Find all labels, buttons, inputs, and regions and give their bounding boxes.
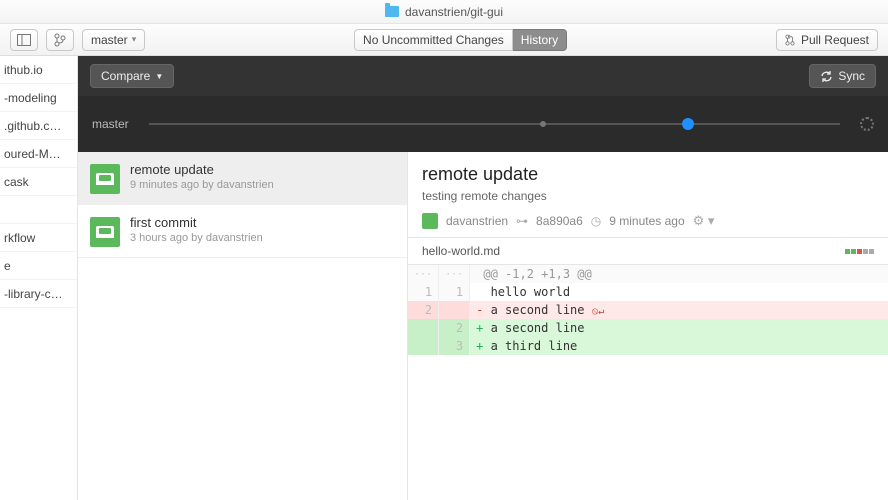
author-avatar xyxy=(422,213,438,229)
repo-path: davanstrien/git-gui xyxy=(405,5,503,19)
diff-stat-dots xyxy=(845,249,874,254)
repo-item[interactable]: -modeling xyxy=(0,84,77,112)
commit-time: 9 minutes ago xyxy=(609,214,684,228)
commit-row-title: remote update xyxy=(130,162,274,177)
diff-line-code: + a second line xyxy=(470,319,888,337)
timeline-branch-label: master xyxy=(92,117,129,131)
sync-label: Sync xyxy=(838,69,865,83)
chevron-down-icon: ▾ xyxy=(132,34,137,45)
branch-selector[interactable]: master ▾ xyxy=(82,29,145,51)
repo-item[interactable]: ithub.io xyxy=(0,56,77,84)
commit-title: remote update xyxy=(422,164,874,185)
pull-request-icon xyxy=(785,34,795,46)
window-titlebar: davanstrien/git-gui xyxy=(0,0,888,24)
timeline-track[interactable] xyxy=(149,123,840,125)
branch-name: master xyxy=(91,33,128,47)
tab-changes[interactable]: No Uncommitted Changes xyxy=(354,29,513,51)
compare-label: Compare xyxy=(101,69,150,83)
commit-row-sub: 3 hours ago by davanstrien xyxy=(130,232,263,244)
compare-button[interactable]: Compare ▼ xyxy=(90,64,174,88)
line-num-new: 1 xyxy=(439,283,470,301)
panel-icon xyxy=(17,34,31,46)
sync-icon xyxy=(820,70,833,83)
view-tabs: No Uncommitted Changes History xyxy=(354,29,567,51)
main-toolbar: master ▾ No Uncommitted Changes History … xyxy=(0,24,888,56)
sidebar-toggle-button[interactable] xyxy=(10,29,38,51)
commit-sha-icon: ⊶ xyxy=(516,214,528,228)
line-num-new: 3 xyxy=(439,337,470,355)
diff-line-code: - a second line ⦸↵ xyxy=(470,301,888,319)
repo-item[interactable]: e xyxy=(0,252,77,280)
diff-line-code: hello world xyxy=(470,283,888,301)
commit-detail: remote update testing remote changes dav… xyxy=(408,152,888,500)
commit-sha[interactable]: 8a890a6 xyxy=(536,214,583,228)
pull-request-label: Pull Request xyxy=(801,33,869,47)
repo-item[interactable]: cask xyxy=(0,168,77,196)
repo-sidebar[interactable]: ithub.io-modeling.github.c…oured-M…cask r… xyxy=(0,56,78,500)
commit-list[interactable]: remote update 9 minutes ago by davanstrie… xyxy=(78,152,408,500)
diff-line-code: + a third line xyxy=(470,337,888,355)
line-num-new: 2 xyxy=(439,319,470,337)
sync-button[interactable]: Sync xyxy=(809,64,876,88)
line-num-old xyxy=(408,319,439,337)
tab-history[interactable]: History xyxy=(513,29,567,51)
diff-line: 2+ a second line xyxy=(408,319,888,337)
commit-author: davanstrien xyxy=(446,214,508,228)
repo-item[interactable] xyxy=(0,196,77,224)
repo-item[interactable]: rkflow xyxy=(0,224,77,252)
no-newline-icon: ⦸↵ xyxy=(592,306,605,317)
line-num-new: ··· xyxy=(439,265,470,283)
commit-avatar xyxy=(90,164,120,194)
diff-line: 3+ a third line xyxy=(408,337,888,355)
commit-row-title: first commit xyxy=(130,215,263,230)
line-num-old: ··· xyxy=(408,265,439,283)
repo-item[interactable]: oured-M… xyxy=(0,140,77,168)
commit-avatar xyxy=(90,217,120,247)
timeline-current-dot[interactable] xyxy=(682,118,694,130)
repo-item[interactable]: -library-c… xyxy=(0,280,77,308)
commit-row[interactable]: remote update 9 minutes ago by davanstrie… xyxy=(78,152,407,205)
timeline-head-icon xyxy=(860,117,874,131)
diff-line: 2 - a second line ⦸↵ xyxy=(408,301,888,319)
compare-bar: Compare ▼ Sync xyxy=(78,56,888,96)
diff-filename: hello-world.md xyxy=(422,244,500,258)
line-num-old: 1 xyxy=(408,283,439,301)
line-num-old xyxy=(408,337,439,355)
commit-timeline[interactable]: master xyxy=(78,96,888,152)
diff-line: 11 hello world xyxy=(408,283,888,301)
line-num-old: 2 xyxy=(408,301,439,319)
pull-request-button[interactable]: Pull Request xyxy=(776,29,878,51)
line-num-new xyxy=(439,301,470,319)
branch-create-button[interactable] xyxy=(46,29,74,51)
branch-icon xyxy=(54,33,66,47)
commit-row[interactable]: first commit 3 hours ago by davanstrien xyxy=(78,205,407,258)
caret-down-icon: ▼ xyxy=(155,72,163,81)
commit-row-sub: 9 minutes ago by davanstrien xyxy=(130,179,274,191)
folder-icon xyxy=(385,6,399,17)
timeline-commit-dot[interactable] xyxy=(540,121,546,127)
commit-description: testing remote changes xyxy=(422,189,874,203)
clock-icon: ◷ xyxy=(591,214,601,228)
gear-icon[interactable]: ⚙ ▾ xyxy=(693,213,715,229)
diff-view: ······ @@ -1,2 +1,3 @@11 hello world2- a… xyxy=(408,265,888,355)
diff-file-header[interactable]: hello-world.md xyxy=(408,237,888,265)
diff-hunk-header: @@ -1,2 +1,3 @@ xyxy=(470,265,888,283)
repo-item[interactable]: .github.c… xyxy=(0,112,77,140)
